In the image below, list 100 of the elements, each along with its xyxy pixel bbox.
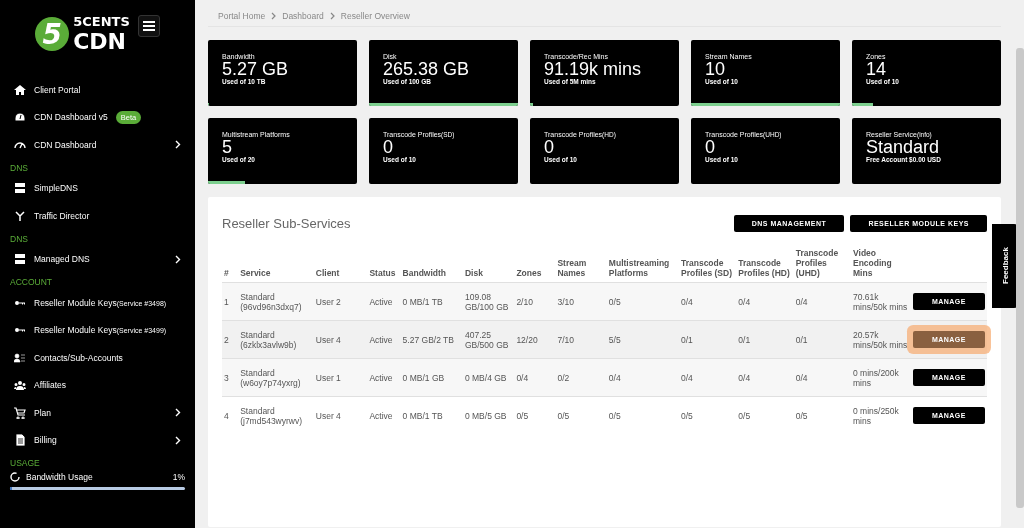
table-cell: 0/5	[514, 396, 556, 435]
table-cell: 0/5	[606, 282, 679, 321]
table-cell: 0/1	[678, 320, 737, 359]
table-cell: 0 mins/250k mins	[851, 396, 911, 435]
column-header: Service	[238, 246, 314, 283]
table-cell: 0 MB/1 TB	[400, 282, 463, 321]
table-cell: Standard (6zklx3avlw9b)	[238, 320, 314, 359]
gauge-icon	[14, 111, 26, 124]
stat-value: Standard	[866, 138, 941, 156]
stat-value: 5	[222, 138, 233, 156]
doc-icon	[14, 434, 26, 447]
column-header: Status	[367, 246, 401, 283]
table-cell: 1	[222, 282, 239, 321]
table-cell: 0/4	[736, 282, 794, 321]
server-icon	[14, 253, 26, 266]
table-cell: User 4	[313, 396, 368, 435]
table-cell: 0/1	[736, 320, 794, 359]
table-cell: 7/10	[555, 320, 607, 359]
column-header: Disk	[462, 246, 515, 283]
column-header: Transcode Profiles (UHD)	[793, 246, 851, 283]
sidebar-item[interactable]: Affiliates	[0, 371, 195, 399]
stat-value: 0	[383, 138, 394, 156]
table-cell: 0 MB/4 GB	[462, 358, 515, 397]
table-cell: Active	[367, 320, 401, 359]
sidebar-label: Billing	[34, 435, 57, 446]
column-header: Stream Names	[555, 246, 607, 283]
home-icon	[14, 83, 26, 96]
sidebar-label: Affiliates	[34, 380, 66, 391]
table-cell: 0/5	[606, 396, 679, 435]
table-cell: Standard (j7md543wyrwv)	[238, 396, 314, 435]
stat-value: 265.38 GB	[383, 60, 471, 78]
sidebar-item[interactable]: Managed DNS	[0, 245, 195, 273]
column-header: Client	[313, 246, 368, 283]
stat-value: 0	[544, 138, 555, 156]
server-icon	[14, 182, 26, 195]
table-cell: 109.08 GB/100 GB	[462, 282, 515, 321]
table-cell: 0/4	[606, 358, 679, 397]
sidebar-label: CDN Dashboard v5	[34, 112, 108, 123]
feedback-tab[interactable]: Feedback	[992, 224, 1018, 308]
sidebar-label: Managed DNS	[34, 254, 90, 265]
sidebar-item[interactable]: Contacts/Sub-Accounts	[0, 344, 195, 372]
table-cell: User 1	[313, 358, 368, 397]
sidebar-label: Traffic Director	[34, 210, 90, 221]
table-cell: 2	[222, 320, 239, 359]
panel-title: Reseller Sub-Services	[222, 216, 351, 231]
table-cell: User 4	[313, 320, 368, 359]
table-cell: 5/5	[606, 320, 679, 359]
section-header: DNS	[9, 232, 29, 246]
table-cell: 5.27 GB/2 TB	[400, 320, 463, 359]
sidebar-item[interactable]: Traffic Director	[0, 202, 195, 230]
stat-value: 14	[866, 60, 888, 78]
column-header: Video Encoding Mins	[851, 246, 911, 283]
sidebar-label: CDN Dashboard	[34, 139, 97, 150]
table-cell: 12/20	[514, 320, 556, 359]
sidebar-item[interactable]: Client Portal	[0, 76, 195, 104]
table-cell: 3/10	[555, 282, 607, 321]
table-cell: 0/1	[793, 320, 851, 359]
chevron-icon	[271, 12, 277, 20]
sidebar-label: Contacts/Sub-Accounts	[34, 352, 123, 363]
section-header: DNS	[9, 161, 29, 175]
usage-reading: 1%	[172, 472, 185, 482]
users-icon	[14, 379, 26, 392]
sidebar-item[interactable]: SimpleDNS	[0, 174, 195, 202]
table-cell: 407.25 GB/500 GB	[462, 320, 515, 359]
loading-icon	[10, 472, 20, 482]
table-cell: User 2	[313, 282, 368, 321]
sidebar-item[interactable]: CDN Dashboard	[0, 131, 195, 159]
column-header: #	[222, 246, 239, 283]
sidebar-label: Plan	[34, 407, 51, 418]
logo-badge: 5	[35, 17, 70, 51]
table-cell: 3	[222, 358, 239, 397]
sidebar-label: Client Portal	[34, 84, 81, 95]
table-cell: Active	[367, 396, 401, 435]
logo-text: 5CENTS	[73, 14, 130, 29]
column-header: Zones	[514, 246, 556, 283]
table-cell: Standard (w6oy7p74yxrg)	[238, 358, 314, 397]
table-cell: 0/4	[514, 358, 556, 397]
table-cell: 0/4	[793, 282, 851, 321]
menu-button[interactable]	[137, 15, 160, 37]
column-header: Bandwidth	[400, 246, 463, 283]
sidebar-item[interactable]: Plan	[0, 399, 195, 427]
cart-icon	[14, 406, 26, 419]
table-cell: 0/4	[736, 358, 794, 397]
table-cell: 0/4	[678, 282, 737, 321]
stat-value: 91.19k mins	[544, 60, 643, 78]
column-header: Multistreaming Platforms	[606, 246, 679, 283]
table-cell: 0/5	[678, 396, 737, 435]
table-cell: 0 mins/200k mins	[851, 358, 911, 397]
stat-value: 0	[705, 138, 716, 156]
table-cell: 0/4	[793, 358, 851, 397]
table-cell: Active	[367, 358, 401, 397]
stat-value: 5.27 GB	[222, 60, 290, 78]
stat-value: 10	[705, 60, 727, 78]
table-cell: 0 MB/5 GB	[462, 396, 515, 435]
sidebar-label: SimpleDNS	[34, 183, 78, 194]
column-header: Transcode Profiles (SD)	[678, 246, 737, 283]
usage-label: Bandwidth Usage	[26, 472, 93, 482]
sidebar-item[interactable]: Billing	[0, 426, 195, 454]
table-cell: 20.57k mins/50k mins	[851, 320, 911, 359]
column-header: Transcode Profiles (HD)	[736, 246, 794, 283]
